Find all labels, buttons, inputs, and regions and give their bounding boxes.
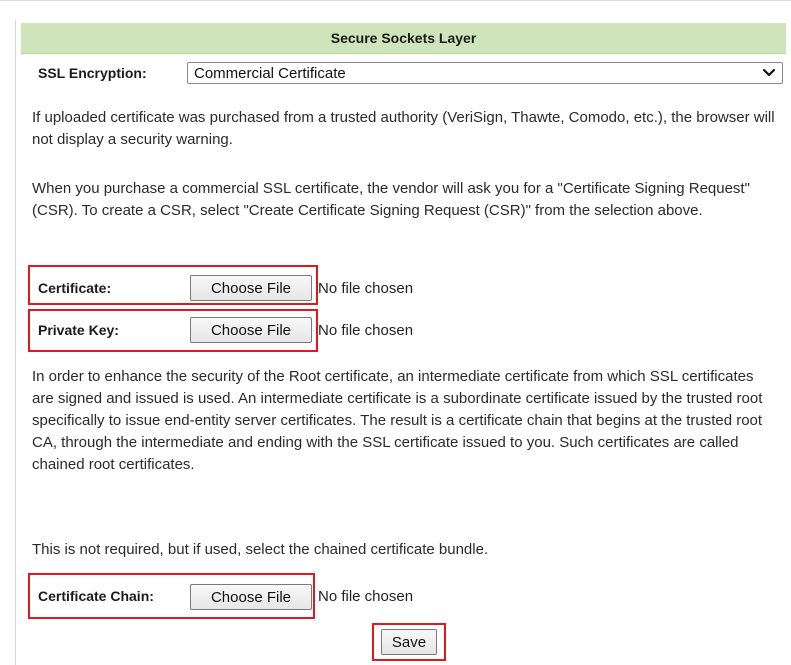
ssl-encryption-select[interactable]: Commercial Certificate <box>187 62 783 84</box>
ssl-encryption-label: SSL Encryption: <box>38 65 147 81</box>
save-button[interactable]: Save <box>381 629 437 655</box>
certificate-chain-label: Certificate Chain: <box>38 588 154 604</box>
certificate-chain-choose-file-button[interactable]: Choose File <box>190 584 312 610</box>
certificate-choose-file-button[interactable]: Choose File <box>190 275 312 301</box>
trusted-authority-info: If uploaded certificate was purchased fr… <box>32 109 775 148</box>
certificate-chain-file-status: No file chosen <box>318 588 414 605</box>
section-header: Secure Sockets Layer <box>21 23 786 54</box>
private-key-label: Private Key: <box>38 322 119 338</box>
chevron-down-icon <box>762 68 776 77</box>
chain-optional-note: This is not required, but if used, selec… <box>32 541 489 558</box>
panel-left-border <box>15 20 16 665</box>
private-key-choose-file-button[interactable]: Choose File <box>190 317 312 343</box>
csr-info: When you purchase a commercial SSL certi… <box>32 180 750 219</box>
private-key-file-status: No file chosen <box>318 322 414 339</box>
intermediate-certificate-info: In order to enhance the security of the … <box>32 368 763 473</box>
certificate-file-status: No file chosen <box>318 280 414 297</box>
ssl-encryption-value: Commercial Certificate <box>194 64 346 82</box>
certificate-label: Certificate: <box>38 280 112 296</box>
section-title: Secure Sockets Layer <box>330 30 477 46</box>
